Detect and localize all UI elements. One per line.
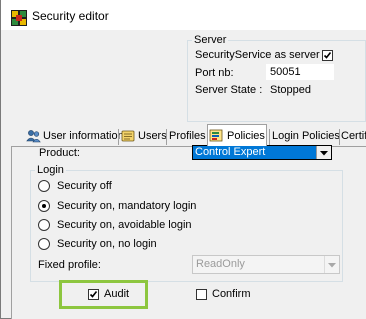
radio-security-off[interactable]	[38, 180, 50, 192]
tab-divider	[118, 129, 119, 145]
service-checkbox[interactable]	[322, 50, 333, 61]
tab-users-label: Users	[138, 130, 167, 142]
fixed-profile-select[interactable]: ReadOnly	[192, 255, 340, 274]
tab-divider	[339, 129, 340, 145]
confirm-checkbox[interactable]	[196, 289, 207, 300]
tab-login-policies-label: Login Policies	[272, 130, 340, 142]
state-label: Server State :	[195, 84, 263, 96]
tab-divider	[166, 129, 167, 145]
tab-certificates-label: Certific	[341, 130, 366, 142]
security-editor-app-icon	[11, 10, 27, 26]
radio-no-login[interactable]	[38, 238, 50, 250]
fixed-profile-label: Fixed profile:	[38, 259, 101, 271]
product-label: Product:	[39, 147, 80, 159]
fixed-profile-value: ReadOnly	[196, 258, 245, 270]
port-value: 50051	[270, 66, 301, 78]
login-group-legend: Login	[35, 164, 66, 177]
server-group-legend: Server	[192, 34, 229, 47]
audit-checkbox[interactable]	[88, 289, 99, 300]
radio-security-off-label: Security off	[57, 180, 112, 192]
tab-policies[interactable]: Policies	[207, 124, 267, 146]
radio-avoidable-login-label: Security on, avoidable login	[57, 219, 192, 231]
port-label: Port nb:	[195, 67, 234, 79]
product-select[interactable]: Control Expert	[192, 145, 332, 160]
tab-profiles[interactable]: Profiles	[169, 126, 206, 146]
user-icon	[121, 129, 136, 143]
audit-label: Audit	[104, 288, 130, 300]
window-title: Security editor	[32, 9, 109, 23]
tab-certificates[interactable]: Certific	[341, 126, 366, 146]
tab-profiles-label: Profiles	[169, 130, 206, 142]
service-label: SecurityService as server	[195, 49, 320, 61]
port-field[interactable]: 50051	[266, 64, 334, 80]
confirm-label: Confirm	[212, 288, 251, 300]
fixed-profile-dropdown-button[interactable]	[324, 256, 339, 273]
radio-no-login-label: Security on, no login	[57, 238, 157, 250]
radio-mandatory-login[interactable]	[38, 200, 50, 212]
state-value: Stopped	[270, 84, 311, 96]
product-select-value: Control Expert	[195, 146, 266, 158]
tab-divider	[269, 129, 270, 145]
policies-icon	[209, 129, 225, 143]
tab-user-information-label: User information	[43, 130, 124, 142]
users-icon	[26, 129, 41, 143]
product-dropdown-button[interactable]	[316, 146, 331, 159]
tab-policies-label: Policies	[227, 130, 265, 142]
tab-login-policies[interactable]: Login Policies	[272, 126, 340, 146]
radio-avoidable-login[interactable]	[38, 219, 50, 231]
radio-mandatory-login-label: Security on, mandatory login	[57, 200, 197, 212]
